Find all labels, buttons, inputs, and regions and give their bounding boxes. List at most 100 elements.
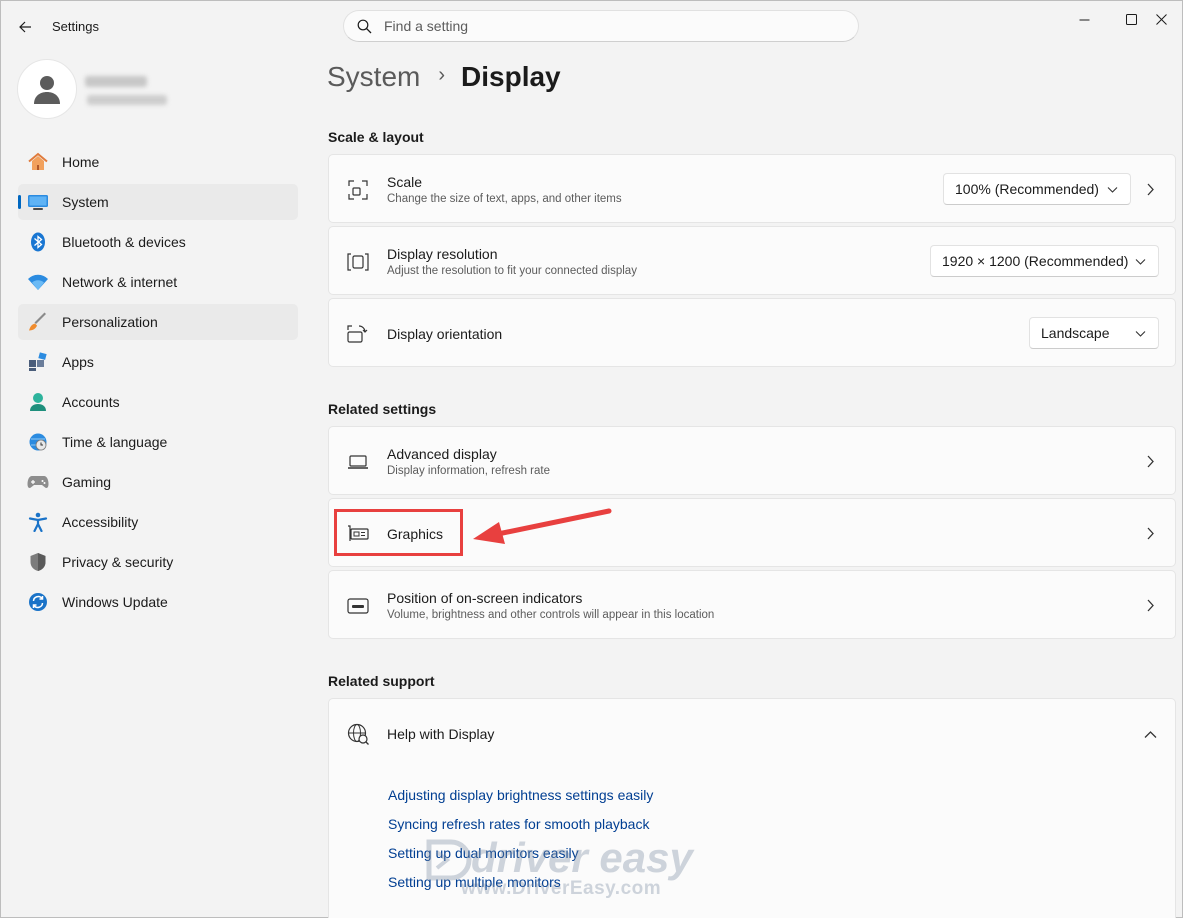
sidebar-item-label: Personalization — [62, 314, 158, 330]
chevron-right-icon — [1143, 454, 1157, 468]
scale-dropdown-value: 100% (Recommended) — [955, 181, 1099, 197]
sidebar-item-windows-update[interactable]: Windows Update — [18, 584, 298, 620]
chevron-down-icon — [1107, 187, 1118, 193]
apps-icon — [27, 352, 49, 372]
chevron-up-icon[interactable] — [1144, 726, 1157, 744]
minimize-icon — [1079, 19, 1089, 20]
display-orientation-card[interactable]: Display orientation Landscape — [328, 298, 1176, 367]
sidebar-item-label: Home — [62, 154, 100, 170]
breadcrumb: System › Display — [327, 61, 561, 93]
help-link-refresh-rates[interactable]: Syncing refresh rates for smooth playbac… — [388, 816, 649, 832]
globe-help-icon — [346, 722, 370, 746]
resolution-dropdown-value: 1920 × 1200 (Recommended) — [942, 253, 1129, 269]
user-name-redacted — [85, 76, 147, 87]
search-input[interactable] — [384, 11, 844, 41]
indicator-position-icon — [346, 594, 370, 618]
chevron-down-icon — [1135, 259, 1146, 265]
orientation-dropdown[interactable]: Landscape — [1029, 317, 1159, 349]
sidebar-item-accessibility[interactable]: Accessibility — [18, 504, 298, 540]
shield-icon — [27, 552, 49, 572]
scale-dropdown[interactable]: 100% (Recommended) — [943, 173, 1131, 205]
sidebar-item-accounts[interactable]: Accounts — [18, 384, 298, 420]
orientation-dropdown-value: Landscape — [1041, 325, 1110, 341]
gamepad-icon — [27, 472, 49, 492]
sidebar-item-label: Gaming — [62, 474, 112, 490]
scale-card[interactable]: Scale Change the size of text, apps, and… — [328, 154, 1176, 223]
sidebar-item-home[interactable]: Home — [18, 144, 298, 180]
annotation-arrow — [473, 508, 612, 544]
maximize-icon — [1125, 13, 1137, 25]
scale-icon — [346, 178, 370, 202]
person-icon — [27, 392, 49, 412]
user-email-redacted — [87, 95, 167, 105]
resolution-title: Display resolution — [387, 246, 498, 262]
sidebar-item-label: Bluetooth & devices — [62, 234, 186, 250]
sidebar-item-system[interactable]: System — [18, 184, 298, 220]
advanced-display-card[interactable]: Advanced display Display information, re… — [328, 426, 1176, 495]
help-with-display-header[interactable]: Help with Display — [328, 698, 1176, 768]
chevron-right-icon — [1143, 598, 1157, 612]
sidebar-item-label: Network & internet — [62, 274, 178, 290]
globe-clock-icon — [27, 432, 49, 452]
page-title: Display — [461, 61, 561, 92]
home-icon — [27, 152, 49, 172]
sidebar-item-label: Apps — [62, 354, 94, 370]
resolution-icon — [346, 250, 370, 274]
breadcrumb-separator: › — [438, 63, 446, 86]
sidebar-item-label: Time & language — [62, 434, 168, 450]
indicators-subtitle: Volume, brightness and other controls wi… — [387, 609, 715, 621]
scale-title: Scale — [387, 174, 423, 190]
monitor-icon — [27, 192, 49, 212]
advanced-display-title: Advanced display — [387, 446, 497, 462]
app-title: Settings — [52, 19, 99, 34]
section-scale-layout: Scale & layout — [328, 129, 424, 145]
sidebar-item-label: Accessibility — [62, 514, 139, 530]
indicators-title: Position of on-screen indicators — [387, 590, 583, 606]
chevron-right-icon — [1143, 526, 1157, 540]
accessibility-icon — [27, 512, 49, 532]
watermark-logo: driver easy www.DriverEasy.com — [425, 834, 725, 907]
bluetooth-icon — [27, 232, 49, 252]
watermark-url: www.DriverEasy.com — [461, 878, 662, 899]
sidebar-item-bluetooth[interactable]: Bluetooth & devices — [18, 224, 298, 260]
wifi-icon — [27, 272, 49, 292]
brush-icon — [27, 312, 49, 332]
laptop-icon — [346, 450, 370, 474]
sidebar-item-personalization[interactable]: Personalization — [18, 304, 298, 340]
scale-subtitle: Change the size of text, apps, and other… — [387, 193, 622, 205]
sidebar-item-label: System — [62, 194, 109, 210]
update-icon — [27, 592, 49, 612]
sidebar-item-label: Windows Update — [62, 594, 168, 610]
resolution-dropdown[interactable]: 1920 × 1200 (Recommended) — [930, 245, 1159, 277]
sidebar-item-gaming[interactable]: Gaming — [18, 464, 298, 500]
sidebar-item-network[interactable]: Network & internet — [18, 264, 298, 300]
display-resolution-card[interactable]: Display resolution Adjust the resolution… — [328, 226, 1176, 295]
sidebar-item-label: Accounts — [62, 394, 120, 410]
back-arrow-icon — [19, 21, 31, 33]
breadcrumb-parent[interactable]: System — [327, 61, 420, 93]
sidebar-item-label: Privacy & security — [62, 554, 174, 570]
resolution-subtitle: Adjust the resolution to fit your connec… — [387, 265, 637, 277]
sidebar-item-privacy[interactable]: Privacy & security — [18, 544, 298, 580]
watermark-brand: driver easy — [471, 834, 693, 881]
title-bar: Settings — [1, 1, 1183, 51]
onscreen-indicators-card[interactable]: Position of on-screen indicators Volume,… — [328, 570, 1176, 639]
minimize-button[interactable] — [1061, 5, 1107, 33]
close-icon — [1155, 13, 1167, 25]
section-related-settings: Related settings — [328, 401, 437, 417]
close-button[interactable] — [1138, 5, 1183, 33]
chevron-down-icon — [1135, 331, 1146, 337]
search-icon — [357, 19, 372, 34]
annotation-highlight-box — [334, 509, 463, 556]
chevron-right-icon[interactable] — [1143, 182, 1157, 196]
person-avatar-icon — [34, 76, 60, 104]
sidebar-item-time-language[interactable]: Time & language — [18, 424, 298, 460]
sidebar-item-apps[interactable]: Apps — [18, 344, 298, 380]
advanced-display-subtitle: Display information, refresh rate — [387, 465, 550, 477]
back-button[interactable] — [11, 13, 39, 41]
help-link-brightness[interactable]: Adjusting display brightness settings ea… — [388, 787, 653, 803]
sidebar-nav: Home System Bluetooth & devices Network … — [18, 144, 298, 624]
avatar — [17, 59, 77, 119]
orientation-icon — [346, 322, 370, 346]
search-box[interactable] — [343, 10, 859, 42]
